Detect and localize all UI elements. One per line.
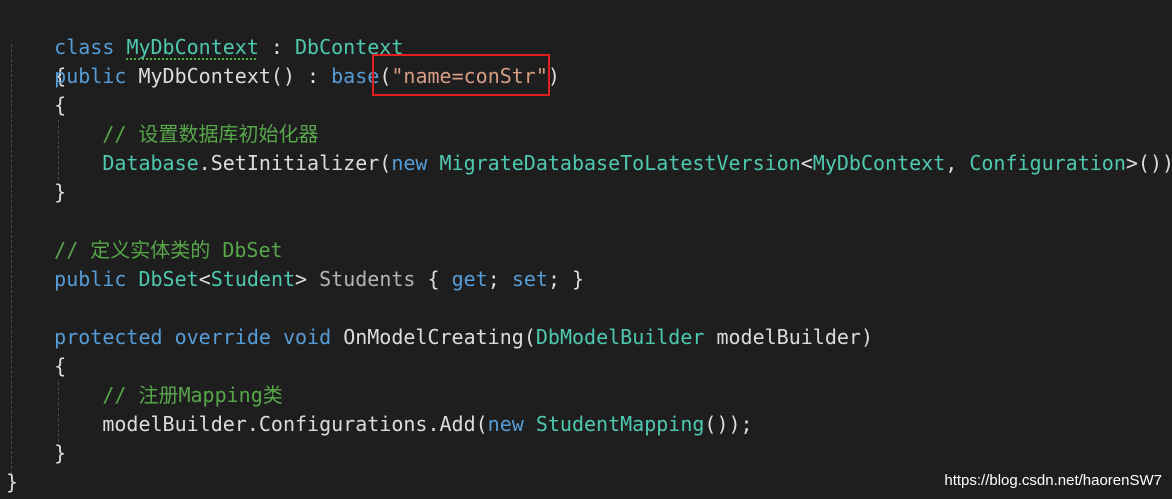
statement-end: >()); xyxy=(1125,151,1172,175)
open-brace: { xyxy=(54,93,67,117)
code-line-comment[interactable]: // 定义实体类的 DbSet xyxy=(6,236,283,265)
code-line-open-brace[interactable]: { xyxy=(6,33,66,88)
code-line-set-initializer[interactable]: Database.SetInitializer(new MigrateDatab… xyxy=(6,149,1172,178)
type-dbmodelbuilder: DbModelBuilder xyxy=(535,325,705,349)
keyword-void: void xyxy=(282,325,332,349)
close-brace: } xyxy=(6,470,19,494)
dot: . xyxy=(198,151,211,175)
keyword-public: public xyxy=(54,267,127,291)
keyword-new: new xyxy=(487,412,524,436)
type-configuration: Configuration xyxy=(969,151,1126,175)
code-line-close-brace[interactable]: } xyxy=(6,439,66,468)
open-paren: ( xyxy=(523,325,536,349)
code-line-dbset-property[interactable]: public DbSet<Student> Students { get; se… xyxy=(6,265,584,294)
type-student-mapping: StudentMapping xyxy=(535,412,705,436)
generic-open: < xyxy=(800,151,813,175)
semicolon-close: ; } xyxy=(547,267,585,291)
open-paren: ( xyxy=(379,151,392,175)
type-migrate-database: MigrateDatabaseToLatestVersion xyxy=(439,151,801,175)
keyword-public: public xyxy=(54,64,127,88)
type-mydbcontext: MyDbContext xyxy=(812,151,946,175)
code-line-close-brace[interactable]: } xyxy=(6,178,66,207)
watermark: https://blog.csdn.net/haorenSW7 xyxy=(944,472,1162,489)
code-line-comment[interactable]: // 注册Mapping类 xyxy=(6,381,283,410)
generic-close: > xyxy=(295,267,308,291)
property-name: Students xyxy=(307,267,428,291)
close-brace: } xyxy=(54,441,67,465)
keyword-set: set xyxy=(511,267,548,291)
generic-open: < xyxy=(198,267,211,291)
keyword-new: new xyxy=(391,151,428,175)
close-brace: } xyxy=(54,180,67,204)
keyword-override: override xyxy=(174,325,271,349)
open-paren: ( xyxy=(475,412,488,436)
dot: . xyxy=(246,412,259,436)
colon-separator: : xyxy=(258,35,296,59)
comma: , xyxy=(945,151,970,175)
semicolon: ; xyxy=(487,267,512,291)
method-on-model-creating: OnModelCreating xyxy=(343,325,524,349)
code-line-class-declaration[interactable]: class MyDbContext : DbContext xyxy=(6,4,403,59)
open-brace: { xyxy=(54,354,67,378)
comment-mapping: // 注册Mapping类 xyxy=(102,383,283,407)
keyword-get: get xyxy=(451,267,488,291)
class-name: MyDbContext xyxy=(126,35,259,59)
type-dbset: DbSet xyxy=(138,267,199,291)
code-line-on-model-creating[interactable]: protected override void OnModelCreating(… xyxy=(6,323,873,352)
constructor-name: MyDbContext xyxy=(138,64,271,88)
code-line-close-brace[interactable]: } xyxy=(6,468,18,497)
configurations-prop: Configurations xyxy=(258,412,428,436)
code-line-comment[interactable]: // 设置数据库初始化器 xyxy=(6,120,318,149)
model-builder-var: modelBuilder xyxy=(102,412,247,436)
method-add: Add xyxy=(439,412,476,436)
type-student: Student xyxy=(210,267,296,291)
database-class: Database xyxy=(102,151,199,175)
code-line-add-mapping[interactable]: modelBuilder.Configurations.Add(new Stud… xyxy=(6,410,753,439)
method-set-initializer: SetInitializer xyxy=(210,151,380,175)
code-line-open-brace[interactable]: { xyxy=(6,352,66,381)
constructor-parens: () : xyxy=(270,64,332,88)
comment-dbset: // 定义实体类的 DbSet xyxy=(54,238,283,262)
highlight-box xyxy=(372,54,550,96)
code-line-open-brace[interactable]: { xyxy=(6,91,66,120)
parameter: modelBuilder) xyxy=(704,325,874,349)
statement-end: ()); xyxy=(704,412,753,436)
comment-initializer: // 设置数据库初始化器 xyxy=(102,122,319,146)
open-brace: { xyxy=(427,267,452,291)
code-editor[interactable]: class MyDbContext : DbContext { public M… xyxy=(0,0,1172,499)
keyword-protected: protected xyxy=(54,325,163,349)
dot: . xyxy=(427,412,440,436)
